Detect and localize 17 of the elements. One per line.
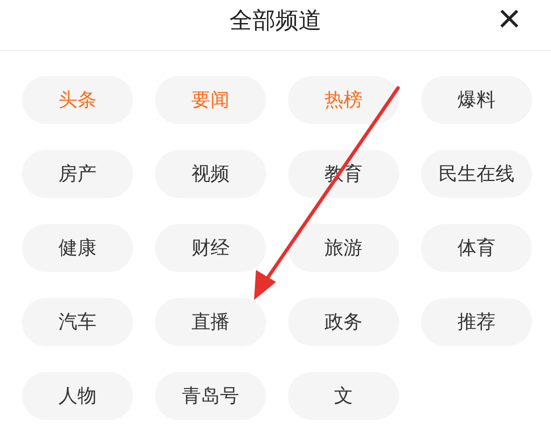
channel-chip[interactable]: 汽车 — [22, 298, 133, 346]
close-button[interactable]: × — [494, 0, 525, 38]
channel-chip[interactable]: 视频 — [155, 150, 266, 198]
channel-chip[interactable]: 健康 — [22, 224, 133, 272]
channel-chip[interactable]: 推荐 — [421, 298, 532, 346]
channel-chip[interactable]: 爆料 — [421, 76, 532, 124]
channel-chip[interactable]: 人物 — [22, 372, 133, 420]
window-title: 全部频道 — [230, 7, 322, 36]
channel-chip[interactable]: 旅游 — [288, 224, 399, 272]
channel-chip[interactable]: 民生在线 — [421, 150, 532, 198]
channel-chip[interactable]: 青岛号 — [155, 372, 266, 420]
channel-chip[interactable]: 政务 — [288, 298, 399, 346]
channel-chip[interactable]: 体育 — [421, 224, 532, 272]
channel-chip[interactable]: 房产 — [22, 150, 133, 198]
channel-chip[interactable]: 财经 — [155, 224, 266, 272]
channel-chip[interactable]: 文 — [288, 372, 399, 420]
channel-chip[interactable]: 直播 — [155, 298, 266, 346]
